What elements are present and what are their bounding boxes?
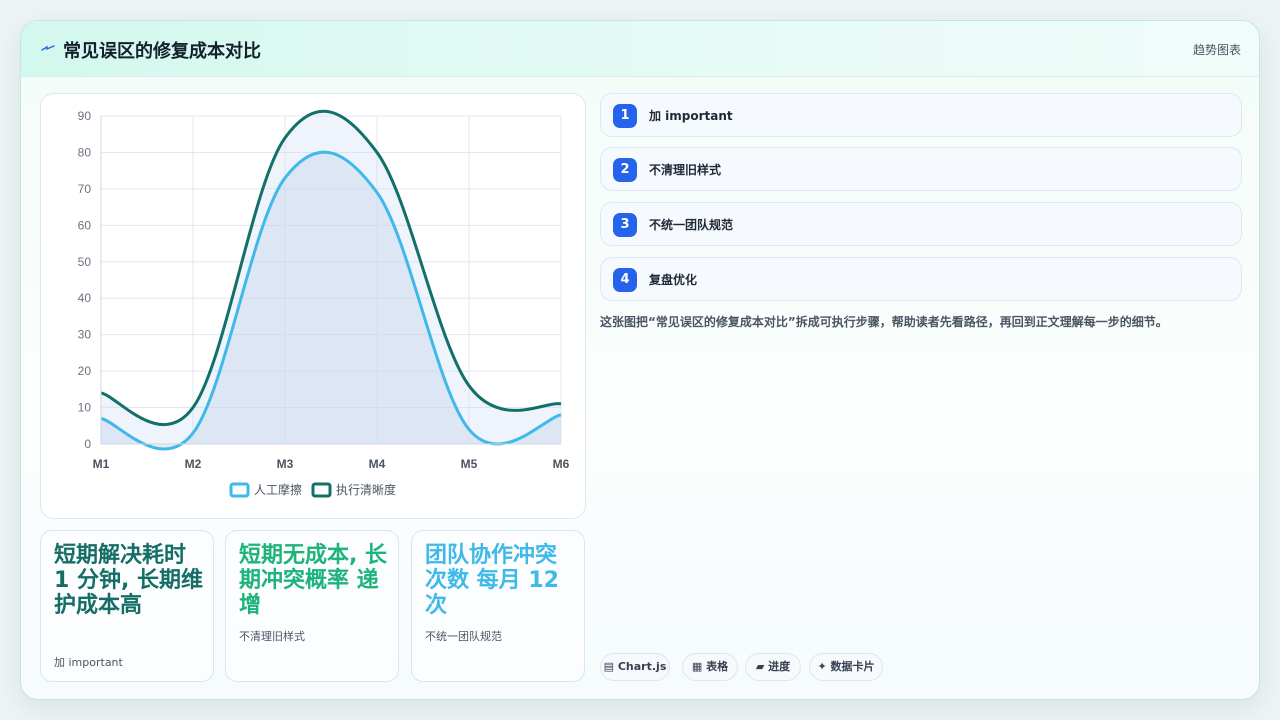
tag-progress[interactable]: ▰ 进度: [745, 653, 801, 681]
area-chart: 0 10 20 30 40 50 60 70 80 90 M1 M2 M3 M4 M5 M6 人工摩擦 执行清晰度: [78, 109, 570, 498]
y-tick-label: 0: [84, 437, 91, 451]
step-number-badge: 1: [613, 104, 637, 128]
legend-label: 人工摩擦: [254, 482, 302, 497]
step-number-badge: 2: [613, 158, 637, 182]
step-label: 加 important: [649, 109, 733, 123]
tag-label: 表格: [706, 660, 729, 673]
x-tick-label: M5: [461, 457, 478, 471]
stat-caption: 不清理旧样式: [239, 630, 305, 643]
x-tick-label: M6: [553, 457, 570, 471]
tag-label: Chart.js: [617, 660, 667, 673]
main-card: 常见误区的修复成本对比 趋势图表 0 10 20 30 40 50 60 70 80 90 M1 M2…: [20, 20, 1260, 700]
stat-card-1: 短期解决耗时 1 分钟, 长期维护成本高 加 important: [40, 530, 214, 682]
step-label: 不清理旧样式: [649, 163, 722, 177]
y-tick-label: 50: [78, 255, 92, 269]
legend-label: 执行清晰度: [336, 482, 396, 497]
chart-panel: 0 10 20 30 40 50 60 70 80 90 M1 M2 M3 M4 M5 M6 人工摩擦 执行清晰度: [40, 93, 586, 519]
series-area: [101, 111, 561, 445]
x-tick-label: M4: [369, 457, 386, 471]
x-tick-label: M2: [185, 457, 202, 471]
stat-value: 短期无成本, 长期冲突概率 递增: [239, 543, 388, 618]
stat-value: 团队协作冲突次数 每月 12 次: [425, 543, 559, 618]
step-item-2[interactable]: 2 不清理旧样式: [600, 147, 1242, 191]
y-tick-label: 90: [78, 109, 92, 123]
stat-card-2: 短期无成本, 长期冲突概率 递增 不清理旧样式: [225, 530, 399, 682]
tag-label: 进度: [768, 660, 791, 673]
table-icon: ▦: [691, 660, 703, 673]
tag-table[interactable]: ▦ 表格: [682, 653, 738, 681]
step-label: 复盘优化: [649, 273, 698, 287]
step-item-4[interactable]: 4 复盘优化: [600, 257, 1242, 301]
x-tick-label: M3: [277, 457, 294, 471]
step-item-1[interactable]: 1 加 important: [600, 93, 1242, 137]
y-tick-label: 30: [78, 328, 92, 342]
stat-value: 短期解决耗时 1 分钟, 长期维护成本高: [54, 543, 203, 618]
step-number-badge: 3: [613, 213, 637, 237]
y-tick-label: 40: [78, 291, 92, 305]
tag-data-card[interactable]: ✦ 数据卡片: [809, 653, 883, 681]
y-tick-label: 80: [78, 145, 92, 159]
stat-caption: 加 important: [54, 656, 123, 669]
sparkle-icon: ✦: [817, 660, 827, 673]
step-item-3[interactable]: 3 不统一团队规范: [600, 202, 1242, 246]
y-tick-label: 60: [78, 218, 92, 232]
progress-icon: ▰: [755, 660, 765, 673]
description-text: 这张图把“常见误区的修复成本对比”拆成可执行步骤，帮助读者先看路径，再回到正文理…: [600, 315, 1168, 329]
lightning-icon: [41, 45, 55, 51]
x-tick-label: M1: [93, 457, 110, 471]
legend-swatch: [311, 482, 332, 498]
step-number-badge: 4: [613, 268, 637, 292]
y-tick-label: 10: [78, 401, 92, 415]
legend-swatch: [229, 482, 250, 498]
chart-icon: ▤: [603, 660, 615, 673]
y-tick-label: 70: [78, 182, 92, 196]
step-label: 不统一团队规范: [649, 218, 734, 232]
y-tick-label: 20: [78, 364, 92, 378]
card-header: 常见误区的修复成本对比 趋势图表: [21, 21, 1259, 77]
tag-chartjs[interactable]: ▤ Chart.js: [600, 653, 670, 681]
page-title: 常见误区的修复成本对比: [63, 41, 261, 62]
chart-type-label: 趋势图表: [1192, 43, 1241, 57]
tag-label: 数据卡片: [830, 660, 875, 673]
stat-card-3: 团队协作冲突次数 每月 12 次 不统一团队规范: [411, 530, 585, 682]
stat-caption: 不统一团队规范: [425, 630, 502, 643]
